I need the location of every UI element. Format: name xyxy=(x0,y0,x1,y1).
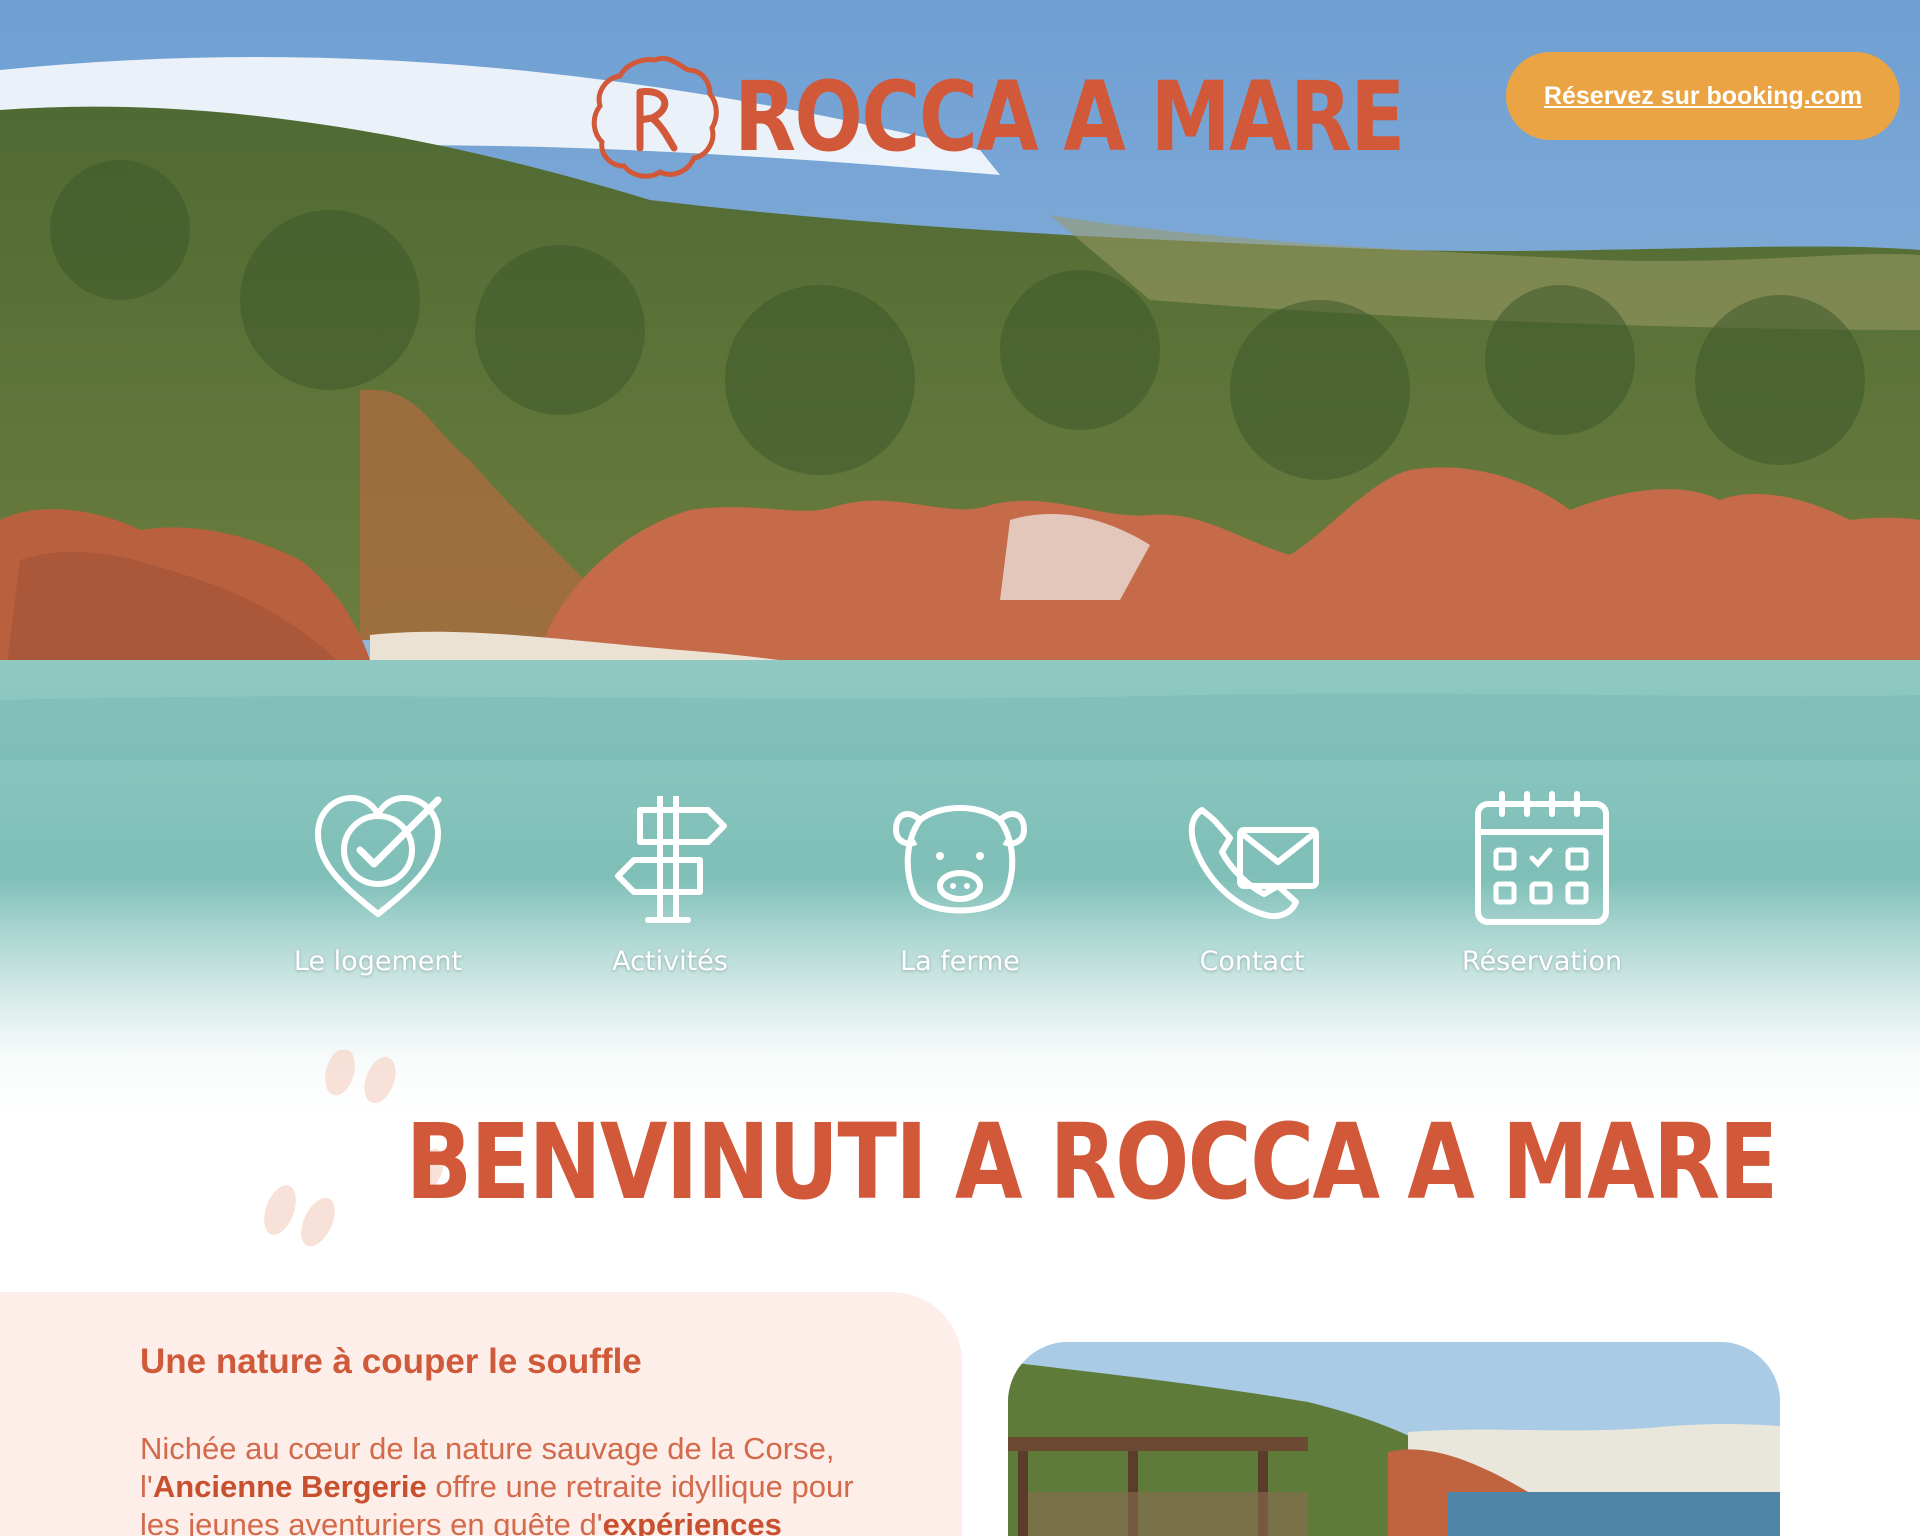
intro-text-segment: les jeunes aventuriers en quête d' xyxy=(140,1507,603,1536)
nav-item-reservation[interactable]: Réservation xyxy=(1422,790,1662,990)
nav-item-activites[interactable]: Activités xyxy=(550,790,790,990)
intro-bold-bergerie: Ancienne Bergerie xyxy=(152,1469,427,1504)
intro-text-line: Nichée au cœur de la nature sauvage de l… xyxy=(140,1431,835,1466)
phone-mail-icon xyxy=(1188,807,1319,920)
calendar-icon xyxy=(1475,791,1609,925)
logo-r-badge-icon xyxy=(591,55,719,179)
nav-item-contact[interactable]: Contact xyxy=(1132,790,1372,990)
pig-icon xyxy=(893,805,1027,914)
nav-label-ferme: La ferme xyxy=(900,946,1020,977)
main-navigation: Le logement Activités La ferme Contact R… xyxy=(0,790,1920,990)
intro-heading: Une nature à couper le souffle xyxy=(140,1342,642,1381)
intro-bold-experiences: expériences xyxy=(602,1507,782,1536)
signpost-icon xyxy=(615,796,727,923)
nav-item-ferme[interactable]: La ferme xyxy=(840,790,1080,990)
intro-text: Nichée au cœur de la nature sauvage de l… xyxy=(140,1430,940,1536)
welcome-title: BENVINUTI A ROCCA A MARE xyxy=(405,1101,1779,1223)
nav-label-activites: Activités xyxy=(612,946,728,977)
intro-text-segment: l' xyxy=(140,1469,153,1504)
coastal-terrace-image xyxy=(1008,1342,1780,1536)
nav-item-logement[interactable]: Le logement xyxy=(258,790,498,990)
site-logo[interactable]: ROCCA A MARE xyxy=(588,52,1405,182)
intro-text-segment: offre une retraite idyllique pour xyxy=(426,1469,854,1504)
nav-label-contact: Contact xyxy=(1199,946,1305,977)
heart-check-icon xyxy=(315,795,442,917)
brand-name: ROCCA A MARE xyxy=(734,61,1405,173)
nav-label-logement: Le logement xyxy=(293,946,463,977)
bergerie-photo xyxy=(1008,1342,1780,1536)
nav-label-reservation: Réservation xyxy=(1461,946,1623,977)
booking-button[interactable]: Réservez sur booking.com xyxy=(1506,52,1900,140)
